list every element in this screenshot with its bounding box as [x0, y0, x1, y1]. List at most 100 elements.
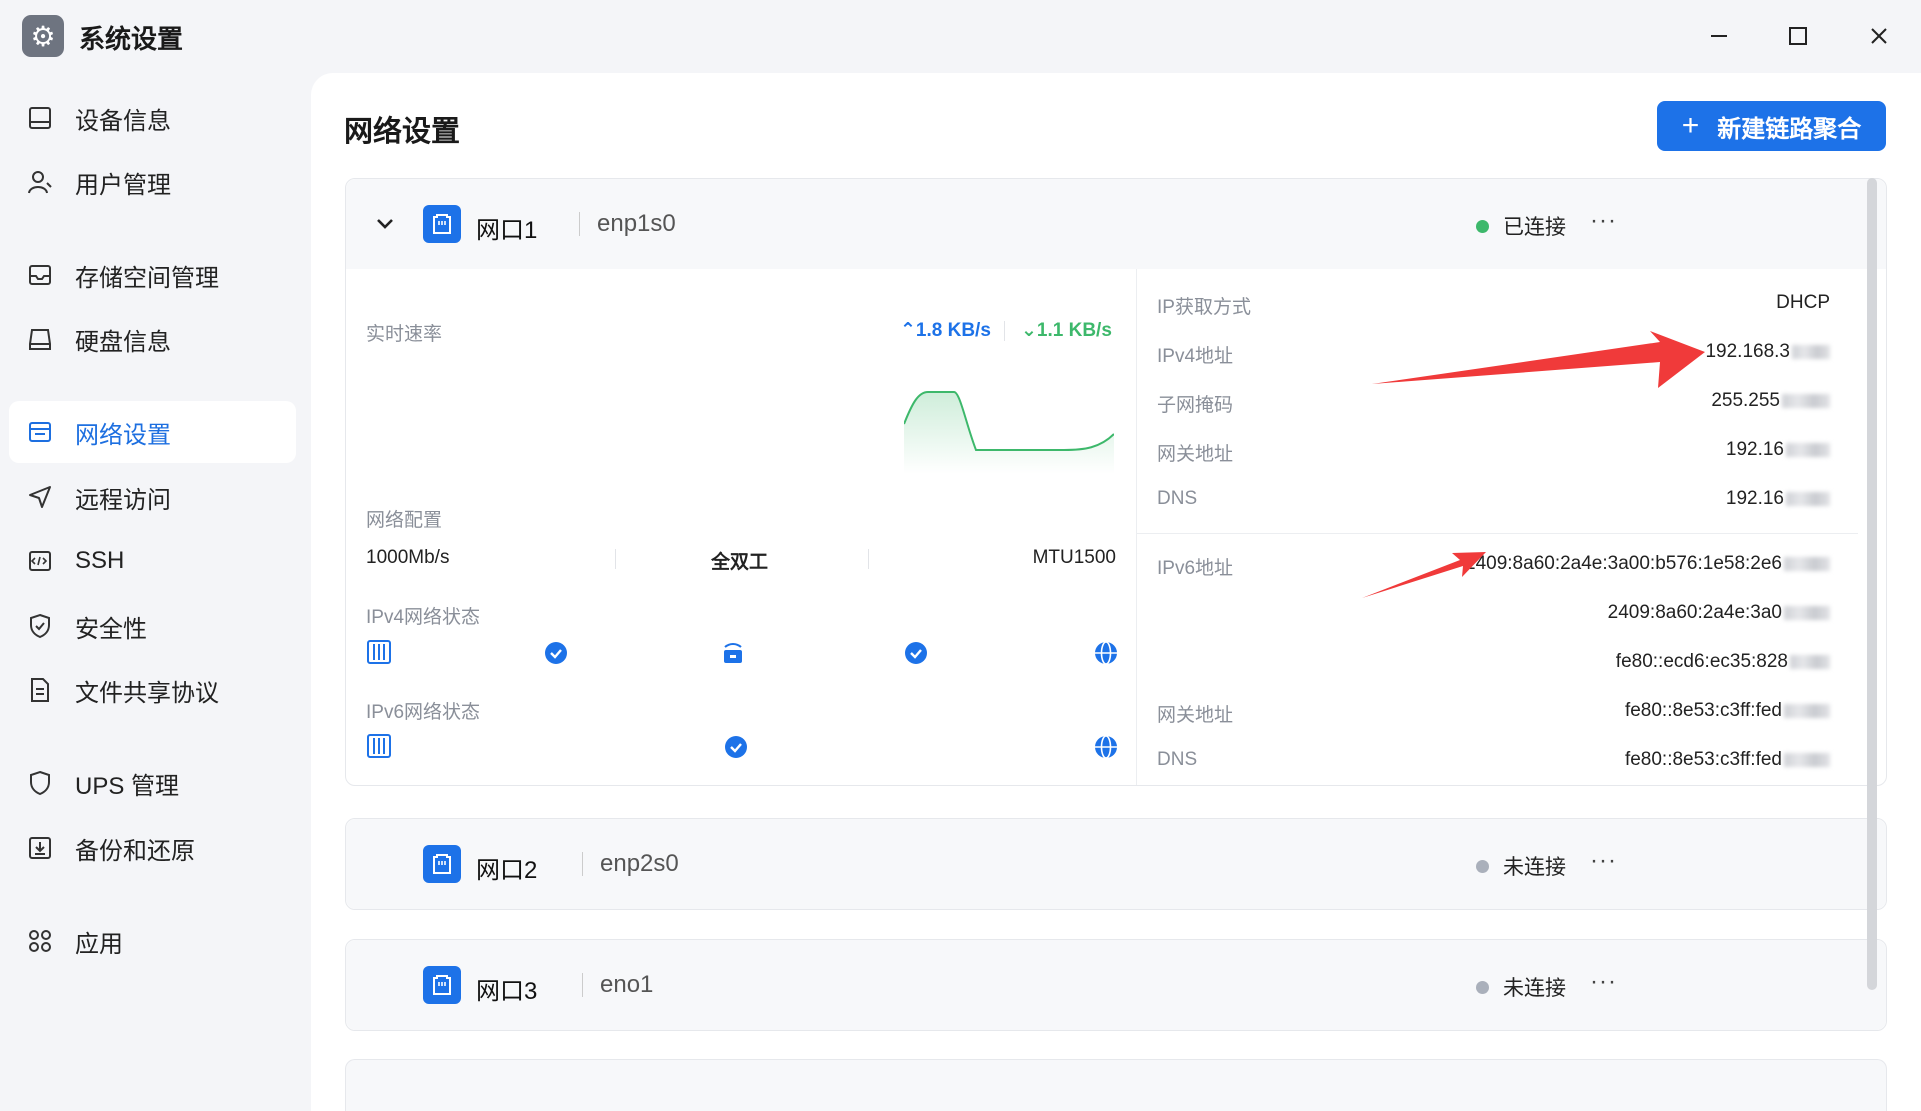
redacted-blur: [1786, 442, 1830, 457]
port-interface: enp2s0: [600, 850, 679, 877]
sidebar-item-label: 备份和还原: [75, 837, 195, 865]
ipv4-status-track: [367, 640, 1117, 665]
sidebar-item-label: 设备信息: [75, 107, 171, 135]
port-card-header[interactable]: 网口2 enp2s0 未连接 ···: [346, 819, 1886, 909]
scrollbar[interactable]: [1867, 178, 1877, 990]
sidebar-item-remote-access[interactable]: 远程访问: [9, 466, 296, 528]
connection-status: 未连接: [1476, 972, 1566, 1002]
page-title: 网络设置: [344, 116, 461, 148]
sidebar-item-device-info[interactable]: 设备信息: [9, 87, 296, 149]
redacted-blur: [1784, 556, 1830, 571]
ups-shield-icon: [25, 768, 55, 798]
ethernet-port-icon: [423, 205, 461, 243]
more-options-icon[interactable]: ···: [1590, 847, 1617, 875]
status-text: 已连接: [1503, 216, 1566, 239]
minimize-button[interactable]: [1696, 14, 1742, 58]
storage-icon: [25, 260, 55, 290]
plus-icon: +: [1681, 109, 1700, 142]
sidebar-item-user-management[interactable]: 用户管理: [9, 151, 296, 213]
title-bar: ⚙ 系统设置: [0, 0, 1921, 72]
network-icon: [25, 417, 55, 447]
upload-arrow-icon: ⌃: [900, 320, 916, 341]
more-options-icon[interactable]: ···: [1590, 968, 1617, 996]
download-arrow-icon: ⌄: [1021, 320, 1037, 341]
sidebar-item-network[interactable]: 网络设置: [9, 401, 296, 463]
horizontal-divider: [1136, 533, 1858, 534]
separator: [1004, 321, 1005, 341]
sidebar-item-disk-info[interactable]: 硬盘信息: [9, 308, 296, 370]
close-button[interactable]: [1856, 14, 1902, 58]
port-card-2: 网口2 enp2s0 未连接 ···: [345, 818, 1887, 910]
check-circle-icon: [725, 736, 747, 758]
separator: [582, 852, 583, 876]
maximize-icon: [1789, 27, 1807, 45]
upload-rate: ⌃1.8 KB/s: [900, 320, 991, 341]
subnet-mask-label: 子网掩码: [1157, 395, 1234, 416]
sidebar-item-ups[interactable]: UPS 管理: [9, 752, 296, 814]
port-card-3: 网口3 eno1 未连接 ···: [345, 939, 1887, 1031]
more-options-icon[interactable]: ···: [1590, 207, 1617, 235]
ipv4-address-label: IPv4地址: [1157, 346, 1234, 367]
redacted-blur: [1790, 654, 1830, 669]
check-circle-icon: [545, 642, 567, 664]
sidebar-item-apps[interactable]: 应用: [9, 910, 296, 972]
ipv6-address-value: 2409:8a60:2a4e:3a0: [1346, 602, 1830, 624]
new-link-aggregation-button[interactable]: + 新建链路聚合: [1657, 101, 1886, 151]
redacted-blur: [1784, 752, 1830, 767]
shield-icon: [25, 611, 55, 641]
separator: [868, 549, 869, 569]
gateway-value: 192.16: [1456, 439, 1830, 461]
sidebar-item-file-sharing[interactable]: 文件共享协议: [9, 659, 296, 721]
status-text: 未连接: [1503, 977, 1566, 1000]
main-panel: 网络设置 + 新建链路聚合 网口1 enp1s0 已连接 ··· 实时速率 ⌃1…: [311, 73, 1921, 1111]
sidebar-item-label: 文件共享协议: [75, 679, 219, 707]
ip-method-value: DHCP: [1776, 292, 1830, 313]
apps-icon: [25, 926, 55, 956]
user-icon: [25, 167, 55, 197]
redacted-blur: [1782, 393, 1830, 408]
connection-status: 已连接: [1476, 211, 1566, 241]
ethernet-port-icon: [367, 640, 391, 664]
port-name: 网口3: [476, 978, 538, 1005]
sidebar-item-security[interactable]: 安全性: [9, 595, 296, 657]
ipv4-address-value: 192.168.3: [1456, 341, 1830, 363]
maximize-button[interactable]: [1775, 14, 1821, 58]
duplex-mode: 全双工: [711, 552, 769, 573]
dns-value: 192.16: [1456, 488, 1830, 510]
status-dot: [1476, 859, 1489, 873]
ethernet-port-icon: [423, 845, 461, 883]
app-title: 系统设置: [79, 24, 184, 54]
sidebar-item-label: 网络设置: [75, 421, 171, 449]
sidebar-item-storage[interactable]: 存储空间管理: [9, 244, 296, 306]
ipv6-gateway-label: 网关地址: [1157, 705, 1234, 726]
redacted-blur: [1784, 605, 1830, 620]
sidebar-item-label: 存储空间管理: [75, 264, 219, 292]
port-card-header[interactable]: 网口1 enp1s0 已连接 ···: [346, 179, 1886, 269]
gateway-label: 网关地址: [1157, 444, 1234, 465]
port-card-1: 网口1 enp1s0 已连接 ··· 实时速率 ⌃1.8 KB/s ⌄1.1 K…: [345, 178, 1887, 786]
status-dot: [1476, 980, 1489, 994]
check-circle-icon: [905, 642, 927, 664]
status-text: 未连接: [1503, 856, 1566, 879]
sidebar-item-backup[interactable]: 备份和还原: [9, 817, 296, 879]
ipv6-address-label: IPv6地址: [1157, 558, 1234, 579]
ipv6-dns-value: fe80::8e53:c3ff:fed: [1346, 749, 1830, 771]
port-interface: enp1s0: [597, 210, 676, 237]
ipv6-gateway-value: fe80::8e53:c3ff:fed: [1346, 700, 1830, 722]
ipv6-status-label: IPv6网络状态: [366, 702, 481, 723]
gear-icon: ⚙: [22, 15, 64, 57]
ethernet-port-icon: [423, 966, 461, 1004]
dns-label: DNS: [1157, 488, 1198, 509]
sidebar-item-label: 安全性: [75, 615, 147, 643]
ipv6-status-track: [367, 734, 1117, 759]
status-dot: [1476, 219, 1489, 233]
chevron-down-icon[interactable]: [370, 209, 400, 239]
port-card-header[interactable]: 网口3 eno1 未连接 ···: [346, 940, 1886, 1030]
separator: [579, 212, 580, 236]
separator: [615, 549, 616, 569]
ip-method-label: IP获取方式: [1157, 297, 1251, 318]
sidebar-item-label: 应用: [75, 930, 123, 958]
sidebar-item-ssh[interactable]: SSH: [9, 530, 296, 592]
ipv6-address-value: fe80::ecd6:ec35:828: [1346, 651, 1830, 673]
minimize-icon: [1711, 35, 1727, 37]
